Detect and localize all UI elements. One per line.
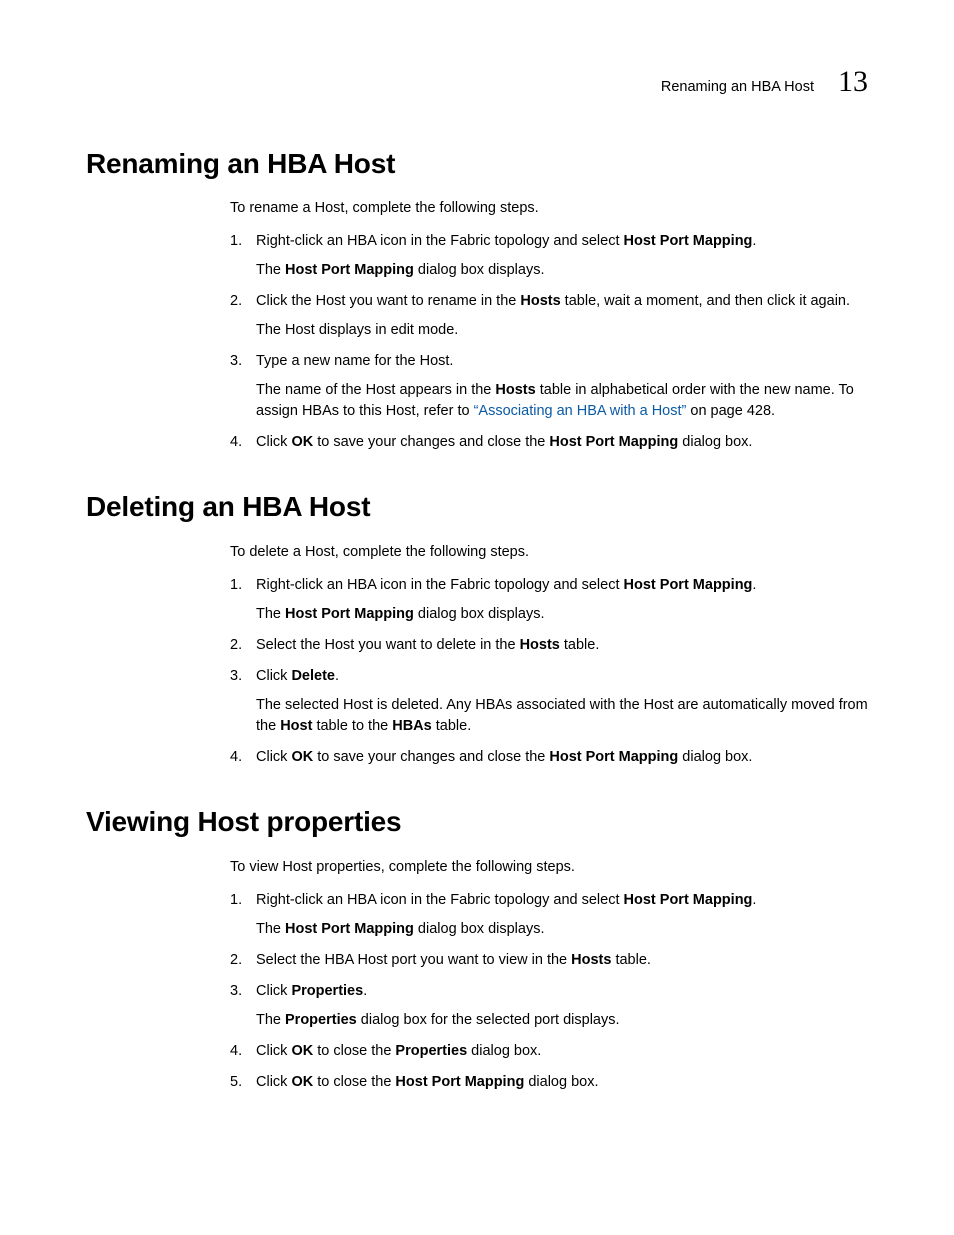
step-body: The Host displays in edit mode.	[256, 320, 868, 341]
bold-term: OK	[291, 1043, 313, 1059]
step-item: 3.Type a new name for the Host. The name …	[230, 351, 868, 422]
bold-term: Hosts	[520, 637, 560, 653]
bold-term: Host Port Mapping	[624, 233, 753, 249]
running-title: Renaming an HBA Host	[661, 77, 814, 98]
step-number: 4.	[230, 432, 256, 453]
section-heading: Renaming an HBA Host	[86, 144, 868, 185]
step-number: 3.	[230, 351, 256, 372]
bold-term: Hosts	[520, 293, 560, 309]
bold-term: Host Port Mapping	[549, 434, 678, 450]
step-item: 2.Click the Host you want to rename in t…	[230, 291, 868, 341]
step-number: 2.	[230, 291, 256, 312]
section-intro: To view Host properties, complete the fo…	[230, 857, 868, 878]
step-text: Click OK to close the Host Port Mapping …	[256, 1072, 868, 1093]
step-number: 5.	[230, 1072, 256, 1093]
step-item: 3.Click Delete. The selected Host is dele…	[230, 666, 868, 737]
bold-term: Host Port Mapping	[624, 577, 753, 593]
step-number: 2.	[230, 950, 256, 971]
step-text: Select the HBA Host port you want to vie…	[256, 950, 868, 971]
step-number: 3.	[230, 666, 256, 687]
step-text: Click the Host you want to rename in the…	[256, 291, 868, 312]
bold-term: Host Port Mapping	[395, 1074, 524, 1090]
bold-term: Host Port Mapping	[624, 892, 753, 908]
bold-term: Hosts	[571, 952, 611, 968]
bold-term: Properties	[285, 1012, 357, 1028]
section-intro: To delete a Host, complete the following…	[230, 542, 868, 563]
bold-term: Host Port Mapping	[285, 262, 414, 278]
step-item: 1.Right-click an HBA icon in the Fabric …	[230, 231, 868, 281]
step-number: 1.	[230, 575, 256, 596]
cross-reference-link[interactable]: “Associating an HBA with a Host”	[474, 403, 687, 419]
step-item: 4.Click OK to save your changes and clos…	[230, 747, 868, 768]
step-number: 3.	[230, 981, 256, 1002]
step-body: The selected Host is deleted. Any HBAs a…	[256, 695, 868, 737]
chapter-number: 13	[838, 60, 868, 104]
step-text: Right-click an HBA icon in the Fabric to…	[256, 231, 868, 252]
step-list: 1.Right-click an HBA icon in the Fabric …	[230, 231, 868, 453]
step-text: Click OK to save your changes and close …	[256, 747, 868, 768]
section-intro: To rename a Host, complete the following…	[230, 198, 868, 219]
step-item: 2.Select the HBA Host port you want to v…	[230, 950, 868, 971]
step-text: Click Properties.	[256, 981, 868, 1002]
step-body: The Host Port Mapping dialog box display…	[256, 919, 868, 940]
step-body: The Properties dialog box for the select…	[256, 1010, 868, 1031]
step-text: Right-click an HBA icon in the Fabric to…	[256, 575, 868, 596]
bold-term: HBAs	[392, 718, 431, 734]
bold-term: Host Port Mapping	[285, 921, 414, 937]
step-text: Select the Host you want to delete in th…	[256, 635, 868, 656]
step-text: Click OK to close the Properties dialog …	[256, 1041, 868, 1062]
bold-term: OK	[291, 434, 313, 450]
step-item: 1.Right-click an HBA icon in the Fabric …	[230, 890, 868, 940]
step-text: Type a new name for the Host.	[256, 351, 868, 372]
running-header: Renaming an HBA Host 13	[86, 60, 868, 104]
step-number: 1.	[230, 231, 256, 252]
step-body: The Host Port Mapping dialog box display…	[256, 260, 868, 281]
page: Renaming an HBA Host 13 Renaming an HBA …	[0, 0, 954, 1235]
bold-term: Host	[280, 718, 312, 734]
step-item: 2.Select the Host you want to delete in …	[230, 635, 868, 656]
step-item: 3.Click Properties. The Properties dialog…	[230, 981, 868, 1031]
bold-term: Properties	[291, 983, 363, 999]
bold-term: Properties	[395, 1043, 467, 1059]
bold-term: OK	[291, 1074, 313, 1090]
bold-term: OK	[291, 749, 313, 765]
step-list: 1.Right-click an HBA icon in the Fabric …	[230, 575, 868, 768]
step-number: 1.	[230, 890, 256, 911]
step-item: 4.Click OK to close the Properties dialo…	[230, 1041, 868, 1062]
bold-term: Host Port Mapping	[549, 749, 678, 765]
section-heading: Deleting an HBA Host	[86, 487, 868, 528]
section-heading: Viewing Host properties	[86, 802, 868, 843]
bold-term: Delete	[291, 668, 335, 684]
bold-term: Host Port Mapping	[285, 606, 414, 622]
step-item: 1.Right-click an HBA icon in the Fabric …	[230, 575, 868, 625]
step-number: 2.	[230, 635, 256, 656]
step-item: 4.Click OK to save your changes and clos…	[230, 432, 868, 453]
step-item: 5.Click OK to close the Host Port Mappin…	[230, 1072, 868, 1093]
step-number: 4.	[230, 1041, 256, 1062]
step-text: Right-click an HBA icon in the Fabric to…	[256, 890, 868, 911]
step-text: Click Delete.	[256, 666, 868, 687]
step-text: Click OK to save your changes and close …	[256, 432, 868, 453]
step-list: 1.Right-click an HBA icon in the Fabric …	[230, 890, 868, 1093]
step-number: 4.	[230, 747, 256, 768]
bold-term: Hosts	[495, 382, 535, 398]
step-body: The name of the Host appears in the Host…	[256, 380, 868, 422]
step-body: The Host Port Mapping dialog box display…	[256, 604, 868, 625]
